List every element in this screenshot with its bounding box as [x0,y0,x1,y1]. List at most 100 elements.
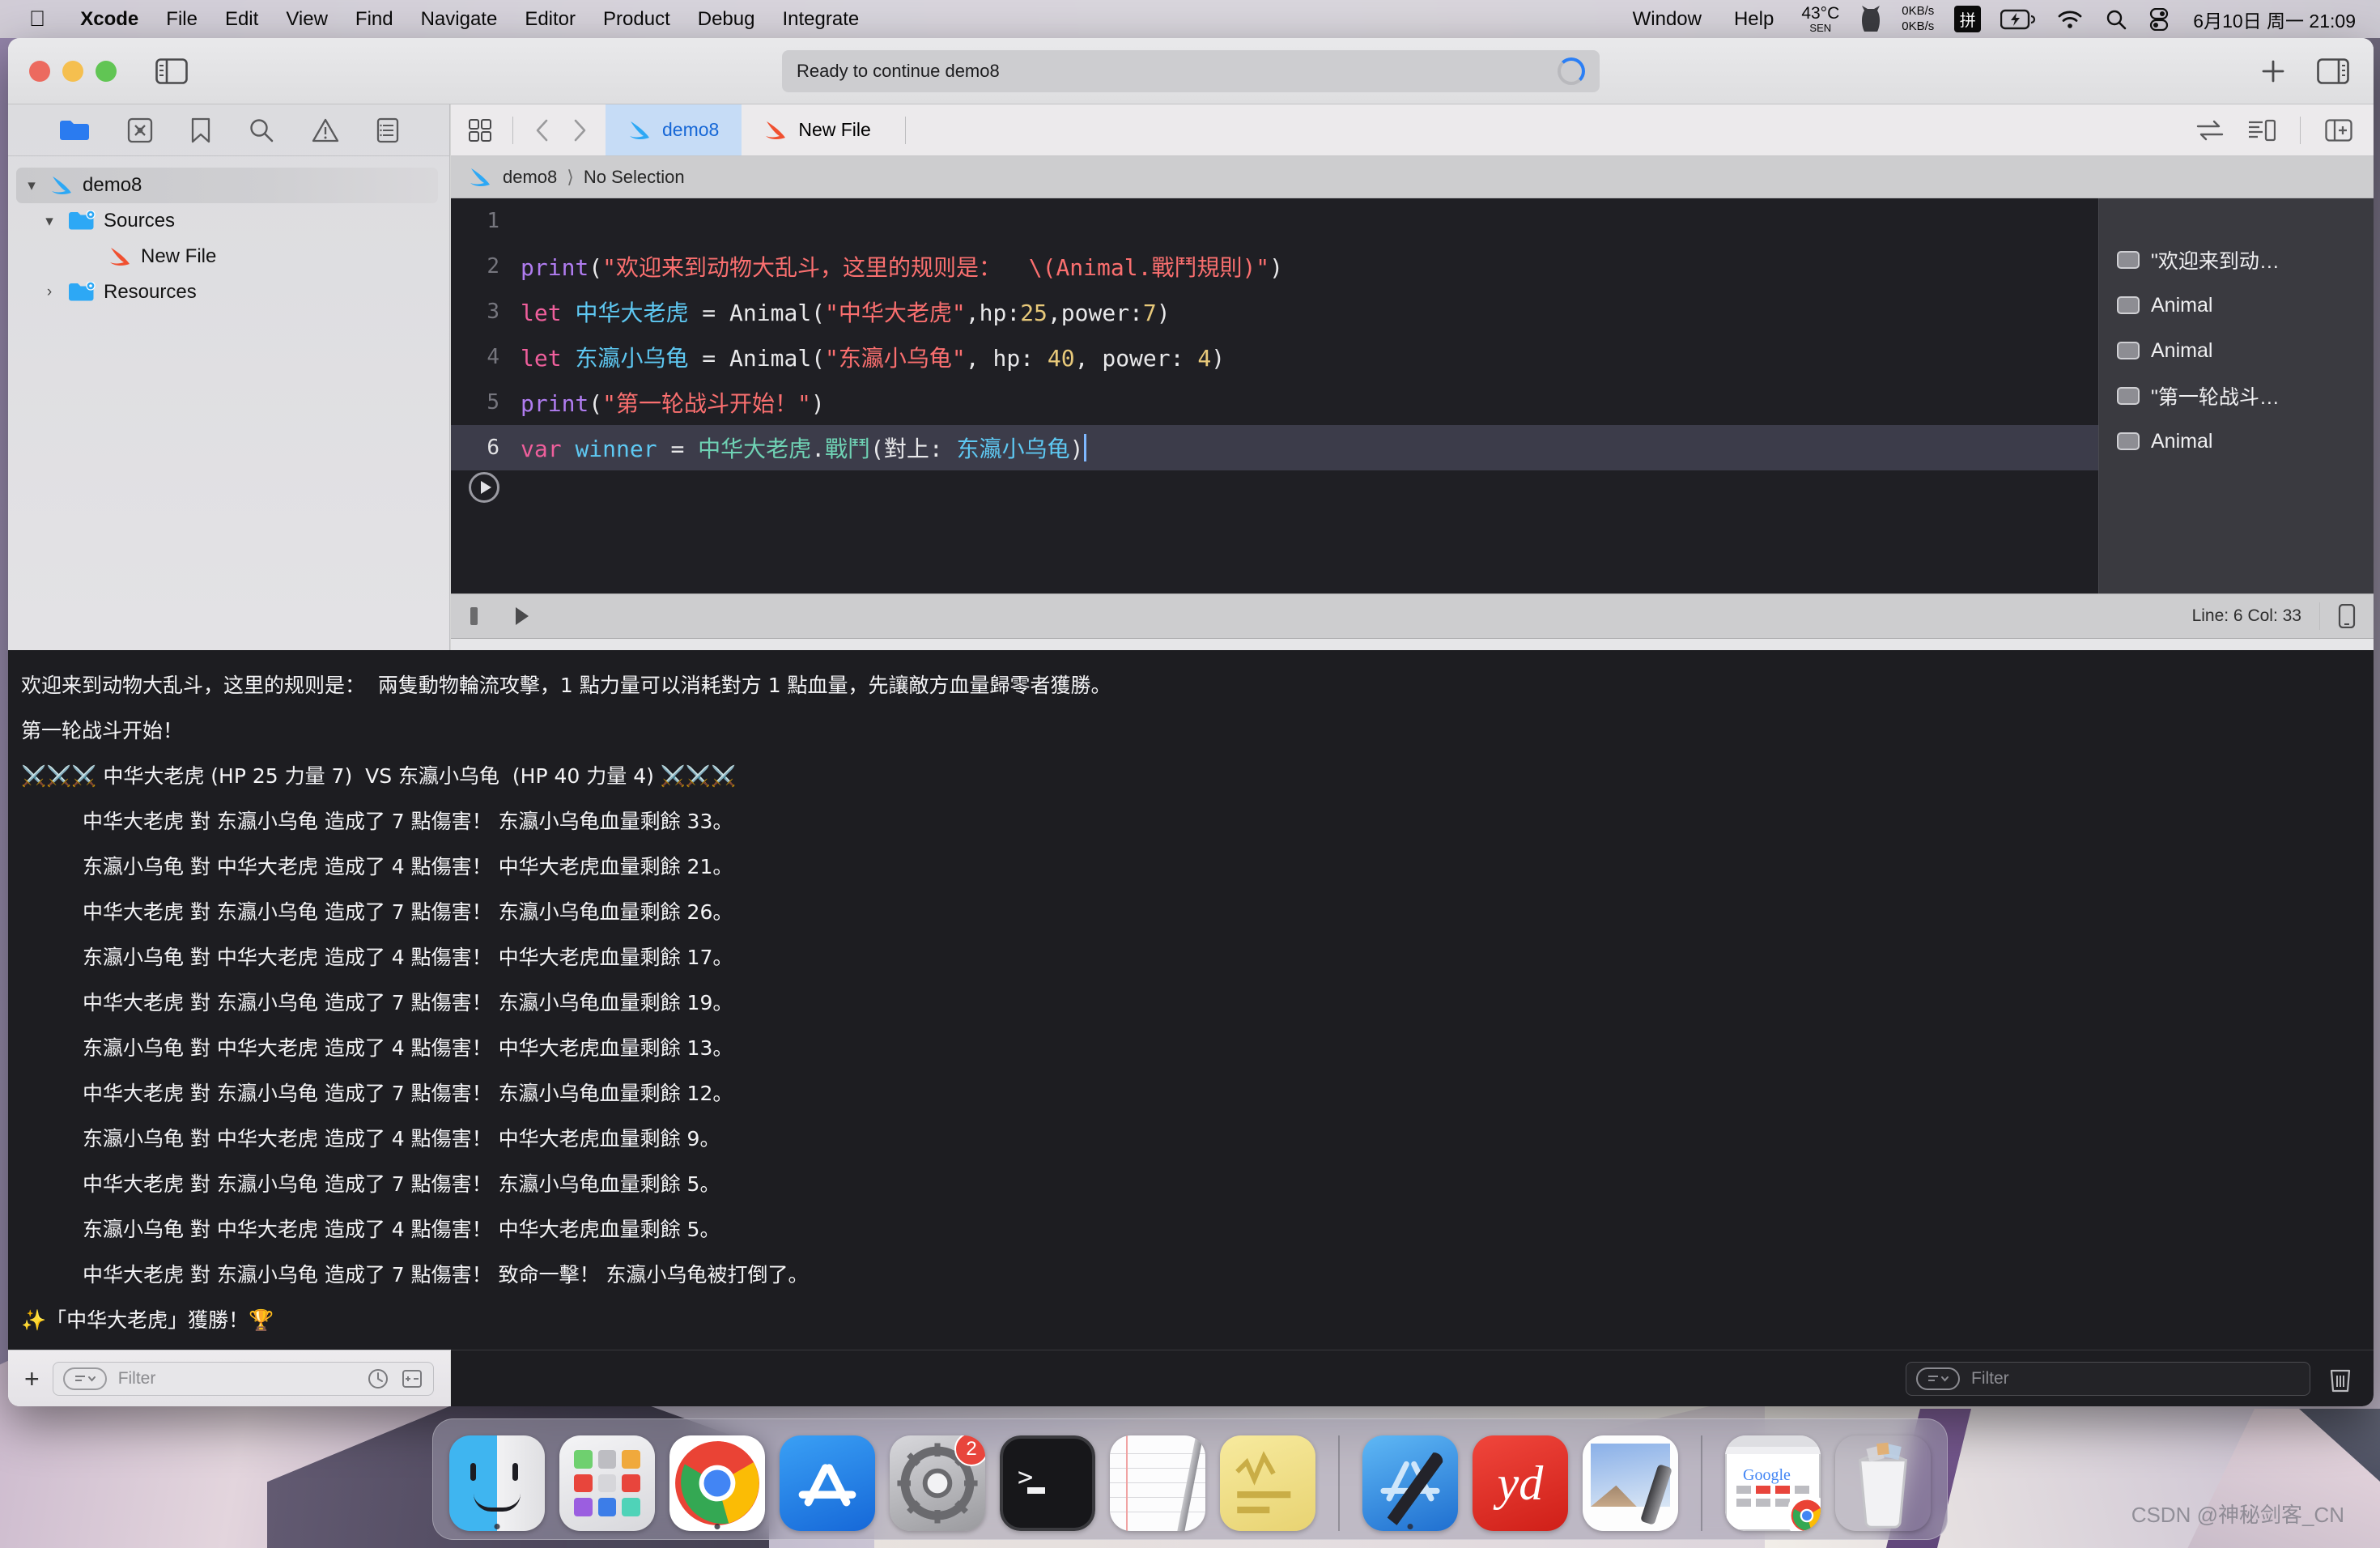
result-toggle-icon[interactable] [2117,251,2140,269]
disclosure-triangle-icon[interactable]: › [39,283,60,301]
disclosure-triangle-icon[interactable]: ▾ [39,212,60,231]
folder-icon[interactable] [59,118,90,142]
apple-logo-icon[interactable]:  [0,8,66,30]
result-toggle-icon[interactable] [2117,296,2140,314]
continue-icon[interactable] [512,604,533,628]
menu-item-editor[interactable]: Editor [511,8,589,31]
navigator-filter-field[interactable]: Filter [53,1362,434,1396]
result-toggle-icon[interactable] [2117,387,2140,405]
menu-item-edit[interactable]: Edit [211,8,272,31]
navigator-toggle-icon[interactable] [155,58,188,84]
filter-options-icon[interactable] [63,1367,107,1390]
breadcrumb[interactable]: demo8 ⟩ No Selection [451,156,2374,198]
wifi-icon[interactable] [2046,10,2094,29]
cat-icon[interactable] [1851,6,1891,33]
control-center-icon[interactable] [2138,8,2180,31]
battery-charging-icon[interactable] [1991,9,2046,30]
trash-icon[interactable] [2328,1365,2352,1393]
code-line[interactable]: 6var winner = 中华大老虎.戰鬥(對上: 东瀛小乌龟) [451,425,2098,470]
menu-item-xcode[interactable]: Xcode [66,8,152,31]
input-method-icon[interactable]: 拼 [1954,6,1981,32]
report-icon[interactable] [376,117,399,143]
device-icon[interactable] [2338,604,2356,628]
close-window-button[interactable] [29,61,50,82]
code-line[interactable]: 3let 中华大老虎 = Animal("中华大老虎",hp:25,power:… [451,289,2098,334]
dock-item-youdao[interactable]: yd [1473,1435,1568,1531]
search-icon[interactable] [249,117,274,143]
code-token [562,436,576,462]
add-editor-icon[interactable] [2325,119,2352,142]
source-control-icon[interactable] [127,117,153,143]
dock-item-xcode[interactable] [1362,1435,1458,1531]
dock-item-stickies[interactable] [1220,1435,1315,1531]
dock-item-preview[interactable] [1583,1435,1678,1531]
console-output[interactable]: 欢迎来到动物大乱斗，这里的规则是： 兩隻動物輪流攻擊，1 點力量可以消耗對方 1… [8,650,2374,1350]
menu-item-view[interactable]: View [272,8,342,31]
menu-item-integrate[interactable]: Integrate [768,8,873,31]
menu-item-find[interactable]: Find [342,8,407,31]
minimize-window-button[interactable] [62,61,83,82]
code-line[interactable]: 1 [451,198,2098,244]
menu-bar-clock[interactable]: 6月10日 周一 21:09 [2180,6,2356,33]
breadcrumb-project[interactable]: demo8 [503,167,557,188]
tree-item-demo8[interactable]: ▾demo8 [16,168,438,203]
editor-tab-demo8[interactable]: demo8 [606,104,742,155]
swift-icon-orange [108,246,133,267]
network-speed-indicator[interactable]: 0KB/s 0KB/s [1891,4,1944,35]
code-source-pane[interactable]: 12print("欢迎来到动物大乱斗，这里的规则是： \(Animal.戰鬥規則… [451,198,2098,593]
menu-item-debug[interactable]: Debug [684,8,769,31]
run-line-button[interactable] [469,472,499,503]
activity-status-bar[interactable]: Ready to continue demo8 [782,50,1600,92]
search-icon[interactable] [2094,9,2138,30]
tree-item-new-file[interactable]: New File [8,239,449,274]
minimap-toggle-icon[interactable] [2248,119,2276,142]
dock-item-trash[interactable] [1835,1435,1931,1531]
dock-item-notes-pen[interactable] [1110,1435,1205,1531]
console-filter-field[interactable]: Filter [1906,1362,2310,1396]
disclosure-triangle-icon[interactable]: ▾ [21,176,42,195]
recent-files-icon[interactable] [367,1367,389,1390]
result-row[interactable]: "欢迎来到动… [2099,237,2374,283]
code-line[interactable]: 2print("欢迎来到动物大乱斗，这里的规则是： \(Animal.戰鬥規則)… [451,244,2098,289]
stop-icon[interactable] [469,604,490,628]
maximize-window-button[interactable] [96,61,117,82]
tree-item-sources[interactable]: ▾Sources [8,203,449,239]
menu-item-help[interactable]: Help [1718,8,1790,31]
result-row[interactable]: Animal [2099,419,2374,464]
result-row[interactable]: Animal [2099,328,2374,373]
temperature-indicator[interactable]: 43°C SEN [1790,5,1851,34]
add-icon[interactable] [2260,58,2286,84]
menu-item-window[interactable]: Window [1617,8,1718,31]
dock-item-finder[interactable] [449,1435,545,1531]
warning-icon[interactable] [312,118,339,142]
inspector-toggle-icon[interactable] [2317,58,2349,84]
code-line[interactable]: 5print("第一轮战斗开始！") [451,380,2098,425]
code-token: ) [1157,300,1171,326]
menu-item-product[interactable]: Product [589,8,684,31]
result-row[interactable]: Animal [2099,283,2374,328]
dock-item-chrome[interactable] [669,1435,765,1531]
dock-item-system-preferences[interactable]: 2 [890,1435,985,1531]
breadcrumb-selection[interactable]: No Selection [584,167,685,188]
compare-versions-icon[interactable] [2196,120,2224,141]
result-toggle-icon[interactable] [2117,342,2140,359]
menu-item-file[interactable]: File [152,8,211,31]
navigate-forward-icon[interactable] [572,118,588,142]
bookmark-icon[interactable] [190,117,211,143]
menu-item-navigate[interactable]: Navigate [407,8,512,31]
editor-tab-new-file[interactable]: New File [742,104,893,155]
dock-item-terminal[interactable]: > [1000,1435,1095,1531]
tree-item-resources[interactable]: ›Resources [8,274,449,310]
dock-item-launchpad[interactable] [559,1435,655,1531]
source-control-filter-icon[interactable] [401,1367,423,1390]
result-toggle-icon[interactable] [2117,432,2140,450]
dock-item-app-store[interactable] [780,1435,875,1531]
tab-grid-icon[interactable] [469,119,491,142]
result-row[interactable]: "第一轮战斗… [2099,373,2374,419]
code-line[interactable]: 4let 东瀛小乌龟 = Animal("东瀛小乌龟", hp: 40, pow… [451,334,2098,380]
dock-item-chrome-window[interactable]: Google [1725,1435,1821,1531]
console-filter-options-icon[interactable] [1916,1367,1960,1390]
add-file-button[interactable]: + [24,1366,40,1392]
navigate-back-icon[interactable] [534,118,550,142]
swift-icon-blue [628,120,652,141]
